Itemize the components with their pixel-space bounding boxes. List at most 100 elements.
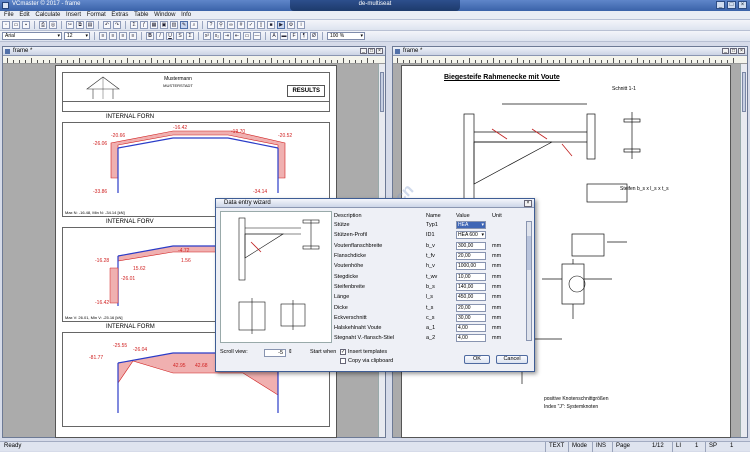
align-center-icon[interactable]: ≡ [109,32,117,40]
indent-icon[interactable]: ⇥ [223,32,231,40]
menu-insert[interactable]: Insert [66,11,81,20]
font-dialog-icon[interactable]: F [290,32,298,40]
table-icon[interactable]: ▦ [150,21,158,29]
preview-icon[interactable]: ◎ [49,21,57,29]
param-value-input[interactable] [456,334,486,343]
chart-icon[interactable]: ▥ [170,21,178,29]
param-value-input[interactable] [456,272,486,281]
menu-calculate[interactable]: Calculate [35,11,60,20]
param-value-input[interactable] [456,241,486,250]
stop-icon[interactable]: ■ [267,21,275,29]
param-value-input[interactable] [456,324,486,333]
undo-icon[interactable]: ↶ [103,21,111,29]
bold-icon[interactable]: B [146,32,154,40]
pane-maximize-icon[interactable]: □ [730,48,737,54]
link-icon[interactable]: ∞ [227,21,235,29]
scroll-thumb[interactable] [380,72,384,112]
calculate-icon[interactable]: Σ [130,21,138,29]
strike-icon[interactable]: S [176,32,184,40]
param-value-cell [456,313,492,323]
open-icon[interactable]: ▭ [12,21,20,29]
horizontal-ruler[interactable] [393,56,747,64]
m-label-2: -26.04 [133,347,148,353]
help-icon[interactable]: ? [207,21,215,29]
info-icon[interactable]: i [297,21,305,29]
param-value-input[interactable] [456,262,486,271]
font-select[interactable]: Arial [2,32,62,40]
menu-window[interactable]: Window [154,11,175,20]
scroll-thumb[interactable] [527,236,531,270]
settings-icon[interactable]: ⚙ [287,21,295,29]
menu-table[interactable]: Table [134,11,148,20]
save-icon[interactable]: ▪ [22,21,30,29]
font-size-select[interactable]: 12 [64,32,90,40]
highlight-icon[interactable]: ▬ [280,32,288,40]
run-icon[interactable]: ▶ [277,21,285,29]
menu-file[interactable]: File [4,11,14,20]
param-value-select[interactable]: HEA 600 [456,231,486,240]
formula-icon[interactable]: ƒ [140,21,148,29]
grid-icon[interactable]: # [237,21,245,29]
subscript-icon[interactable]: x₂ [213,32,221,40]
param-value-input[interactable] [456,293,486,302]
underline-icon[interactable]: U [166,32,174,40]
copy-clipboard-checkbox[interactable] [340,358,346,364]
image-icon[interactable]: ▣ [160,21,168,29]
symbol-icon[interactable]: Σ [186,32,194,40]
pane-maximize-icon[interactable]: □ [368,48,375,54]
horizontal-ruler[interactable] [3,56,385,64]
zoom-icon[interactable]: ⌕ [190,21,198,29]
redo-icon[interactable]: ↷ [113,21,121,29]
param-value-input[interactable] [456,313,486,322]
insert-templates-checkbox[interactable]: ✓ [340,349,346,355]
dialog-close-icon[interactable]: × [524,200,532,207]
scroll-view-input[interactable]: -5 [264,349,286,357]
italic-icon[interactable]: I [156,32,164,40]
check-icon[interactable]: ✓ [247,21,255,29]
superscript-icon[interactable]: x² [203,32,211,40]
paragraph-icon[interactable]: ¶ [300,32,308,40]
print-icon[interactable]: ⎙ [39,21,47,29]
pane-minimize-icon[interactable]: _ [722,48,729,54]
outdent-icon[interactable]: ⇤ [233,32,241,40]
cut-icon[interactable]: ✂ [66,21,74,29]
copy-icon[interactable]: ⧉ [76,21,84,29]
param-value-input[interactable] [456,303,486,312]
line-icon[interactable]: — [253,32,261,40]
param-value-input[interactable] [456,252,486,261]
align-right-icon[interactable]: ≡ [119,32,127,40]
copy-clipboard-option[interactable]: Copy via clipboard [340,358,393,364]
close-icon[interactable]: × [738,1,747,9]
n-label-5: -26.06 [93,141,108,147]
minimize-icon[interactable]: _ [716,1,725,9]
align-left-icon[interactable]: ≡ [99,32,107,40]
paste-icon[interactable]: ▤ [86,21,94,29]
spinner-icon[interactable]: ⇕ [288,349,293,355]
maximize-icon[interactable]: □ [727,1,736,9]
pane-minimize-icon[interactable]: _ [360,48,367,54]
justify-icon[interactable]: ≡ [129,32,137,40]
menu-extras[interactable]: Extras [111,11,128,20]
menu-info[interactable]: Info [181,11,191,20]
pane-close-icon[interactable]: × [738,48,745,54]
wizard-icon[interactable]: ✎ [180,21,188,29]
cancel-button[interactable]: Cancel [496,355,528,364]
phi-icon[interactable]: Ø [310,32,318,40]
border-icon[interactable]: ▭ [243,32,251,40]
page-icon[interactable]: ▯ [257,21,265,29]
find-icon[interactable]: ⚲ [217,21,225,29]
insert-templates-option[interactable]: ✓ Insert templates [340,349,387,355]
zoom-select[interactable]: 100 % [327,32,365,40]
param-value-input[interactable] [456,282,486,291]
right-vertical-scrollbar[interactable] [740,64,747,437]
ok-button[interactable]: OK [464,355,490,364]
dialog-scrollbar[interactable] [526,221,532,341]
scroll-thumb[interactable] [742,72,746,112]
new-icon[interactable]: ▫ [2,21,10,29]
color-icon[interactable]: A [270,32,278,40]
col-unit: Unit [492,212,502,219]
menu-edit[interactable]: Edit [19,11,29,20]
menu-format[interactable]: Format [87,11,106,20]
param-value-select[interactable]: HEA [456,221,486,230]
pane-close-icon[interactable]: × [376,48,383,54]
